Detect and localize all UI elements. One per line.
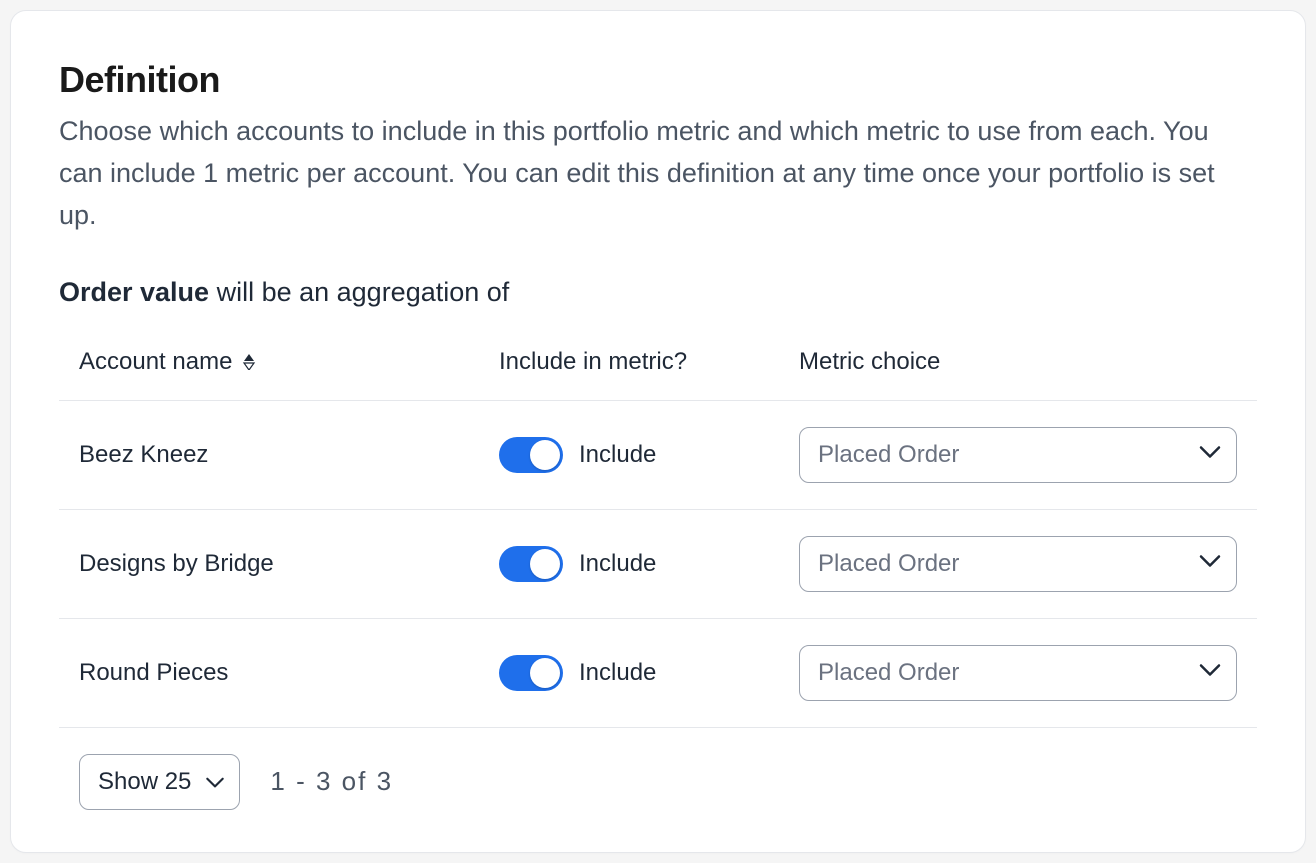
- include-toggle-label: Include: [579, 550, 656, 578]
- col-account-name[interactable]: Account name: [79, 348, 499, 376]
- table-footer: Show 25 1 - 3 of 3: [59, 728, 1257, 810]
- col-metric-label: Metric choice: [799, 348, 940, 376]
- include-cell: Include: [499, 546, 799, 582]
- include-toggle[interactable]: [499, 437, 563, 473]
- include-toggle-label: Include: [579, 659, 656, 687]
- metric-select-value: Placed Order: [799, 645, 1237, 701]
- aggregation-line: Order value will be an aggregation of: [59, 277, 1257, 308]
- toggle-knob: [530, 440, 560, 470]
- col-metric: Metric choice: [799, 348, 1237, 376]
- table-row: Designs by Bridge Include Placed Order: [59, 510, 1257, 619]
- metric-select-value: Placed Order: [799, 536, 1237, 592]
- page-description: Choose which accounts to include in this…: [59, 111, 1257, 237]
- page-title: Definition: [59, 59, 1257, 101]
- aggregation-suffix: will be an aggregation of: [209, 277, 509, 307]
- aggregation-metric-name: Order value: [59, 277, 209, 307]
- chevron-down-icon: [205, 768, 225, 796]
- table-row: Beez Kneez Include Placed Order: [59, 401, 1257, 510]
- account-name-cell: Round Pieces: [79, 659, 499, 687]
- include-toggle[interactable]: [499, 546, 563, 582]
- page-size-label: Show 25: [98, 768, 191, 796]
- toggle-knob: [530, 549, 560, 579]
- include-cell: Include: [499, 437, 799, 473]
- col-account-name-label: Account name: [79, 348, 232, 376]
- definition-card: Definition Choose which accounts to incl…: [10, 10, 1306, 853]
- metric-select[interactable]: Placed Order: [799, 536, 1237, 592]
- toggle-knob: [530, 658, 560, 688]
- metric-select[interactable]: Placed Order: [799, 645, 1237, 701]
- col-include: Include in metric?: [499, 348, 799, 376]
- sort-icon: [242, 354, 256, 370]
- account-name-cell: Designs by Bridge: [79, 550, 499, 578]
- page-size-select[interactable]: Show 25: [79, 754, 240, 810]
- pagination-range: 1 - 3 of 3: [270, 766, 393, 797]
- include-cell: Include: [499, 655, 799, 691]
- account-name-cell: Beez Kneez: [79, 441, 499, 469]
- accounts-table: Account name Include in metric? Metric c…: [59, 348, 1257, 810]
- table-row: Round Pieces Include Placed Order: [59, 619, 1257, 728]
- metric-select-value: Placed Order: [799, 427, 1237, 483]
- include-toggle-label: Include: [579, 441, 656, 469]
- metric-select[interactable]: Placed Order: [799, 427, 1237, 483]
- include-toggle[interactable]: [499, 655, 563, 691]
- col-include-label: Include in metric?: [499, 348, 687, 376]
- table-header-row: Account name Include in metric? Metric c…: [59, 348, 1257, 401]
